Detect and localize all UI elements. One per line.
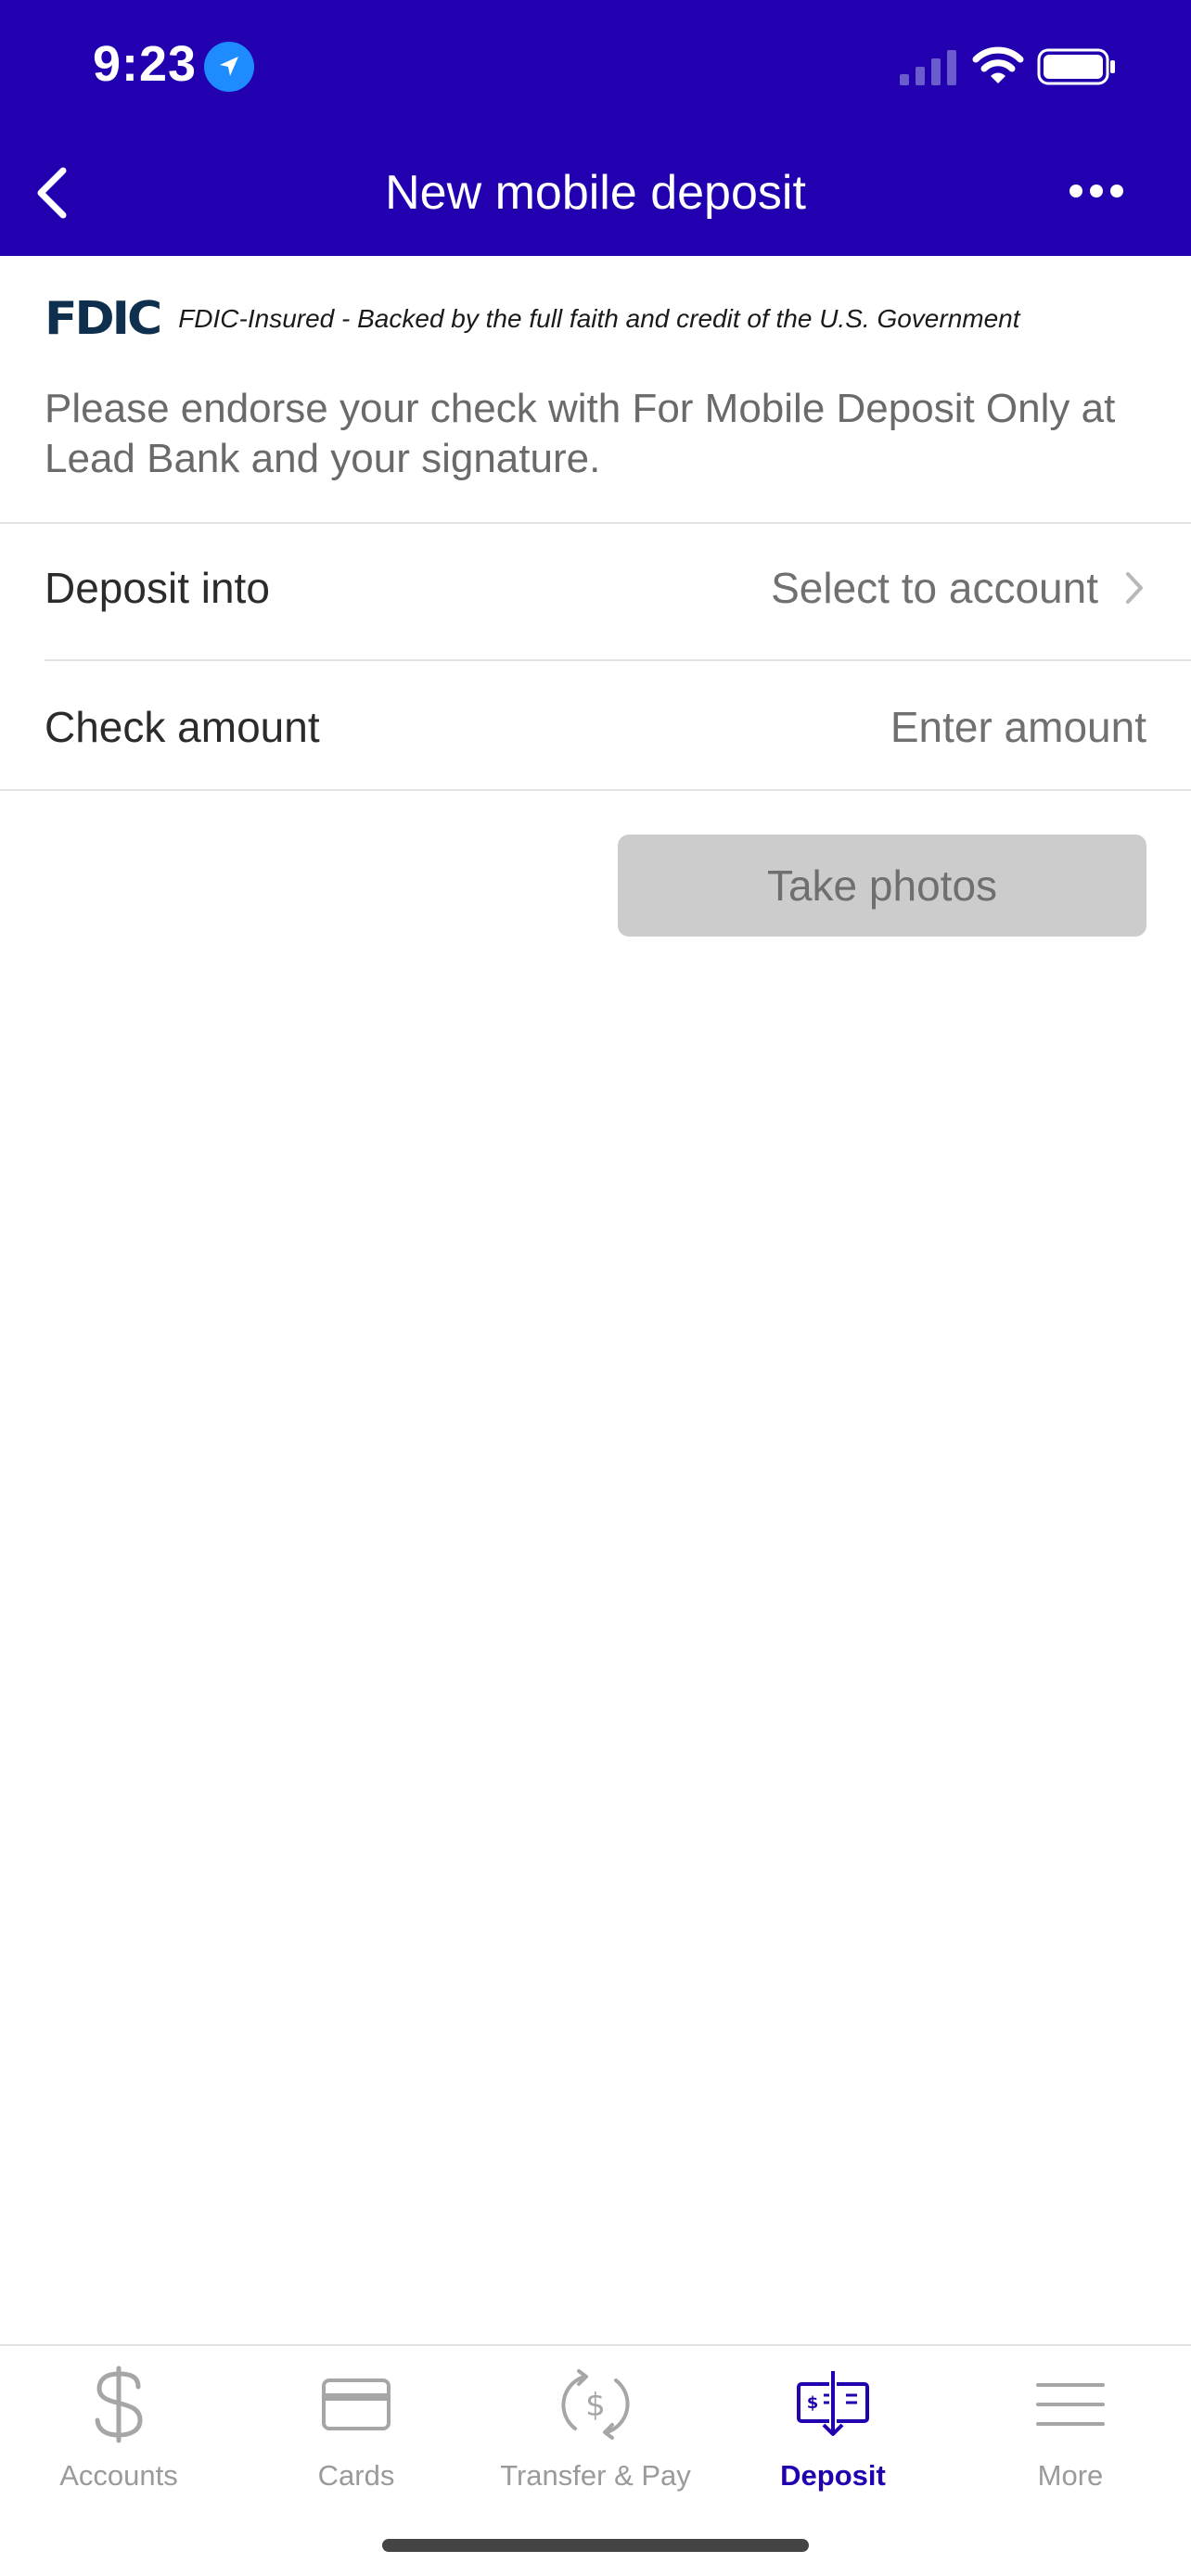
- tab-label: More: [1037, 2459, 1104, 2492]
- cellular-signal-icon: [900, 50, 956, 85]
- ellipsis-icon: [1069, 185, 1123, 198]
- fdic-banner: FDIC FDIC-Insured - Backed by the full f…: [45, 293, 1158, 346]
- tab-label: Cards: [317, 2459, 395, 2492]
- divider: [0, 789, 1191, 791]
- tab-deposit[interactable]: $ Deposit: [714, 2363, 952, 2520]
- svg-text:$: $: [585, 2387, 606, 2424]
- page-title: New mobile deposit: [385, 166, 806, 220]
- back-button[interactable]: [22, 156, 82, 230]
- dollar-icon: [77, 2363, 160, 2446]
- mobile-deposit-screen: 9:23 New mobile deposit FDIC FDIC-Insure…: [0, 0, 1191, 2576]
- tab-transfer-pay[interactable]: $ Transfer & Pay: [477, 2363, 714, 2520]
- card-icon: [314, 2363, 398, 2446]
- tab-label: Deposit: [780, 2459, 886, 2492]
- amount-input[interactable]: Enter amount: [890, 702, 1146, 752]
- divider: [45, 659, 1191, 661]
- location-arrow-icon: [204, 42, 254, 92]
- chevron-left-icon: [37, 167, 67, 219]
- wifi-icon: [972, 46, 1024, 83]
- svg-text:$: $: [807, 2393, 819, 2413]
- fdic-text: FDIC-Insured - Backed by the full faith …: [178, 304, 1020, 333]
- deposit-into-row[interactable]: Deposit into Select to account: [0, 523, 1191, 653]
- header: 9:23 New mobile deposit: [0, 0, 1191, 256]
- tab-accounts[interactable]: Accounts: [0, 2363, 237, 2520]
- select-account-value: Select to account: [771, 564, 1098, 612]
- chevron-right-icon: [1122, 569, 1146, 606]
- more-options-button[interactable]: [1057, 163, 1135, 219]
- tab-label: Transfer & Pay: [500, 2459, 691, 2492]
- tab-cards[interactable]: Cards: [237, 2363, 475, 2520]
- take-photos-button[interactable]: Take photos: [618, 835, 1146, 937]
- menu-icon: [1029, 2363, 1112, 2446]
- check-amount-row[interactable]: Check amount Enter amount: [0, 662, 1191, 792]
- check-deposit-icon: $: [791, 2363, 875, 2446]
- transfer-icon: $: [554, 2363, 637, 2446]
- endorse-instructions: Please endorse your check with For Mobil…: [45, 386, 1116, 481]
- status-time: 9:23: [93, 36, 198, 92]
- home-indicator[interactable]: [382, 2539, 809, 2552]
- check-amount-label: Check amount: [45, 703, 320, 751]
- deposit-into-label: Deposit into: [45, 564, 270, 612]
- tab-more[interactable]: More: [952, 2363, 1189, 2520]
- tab-label: Accounts: [59, 2459, 178, 2492]
- fdic-logo: FDIC: [45, 292, 162, 346]
- battery-icon: [1037, 48, 1115, 85]
